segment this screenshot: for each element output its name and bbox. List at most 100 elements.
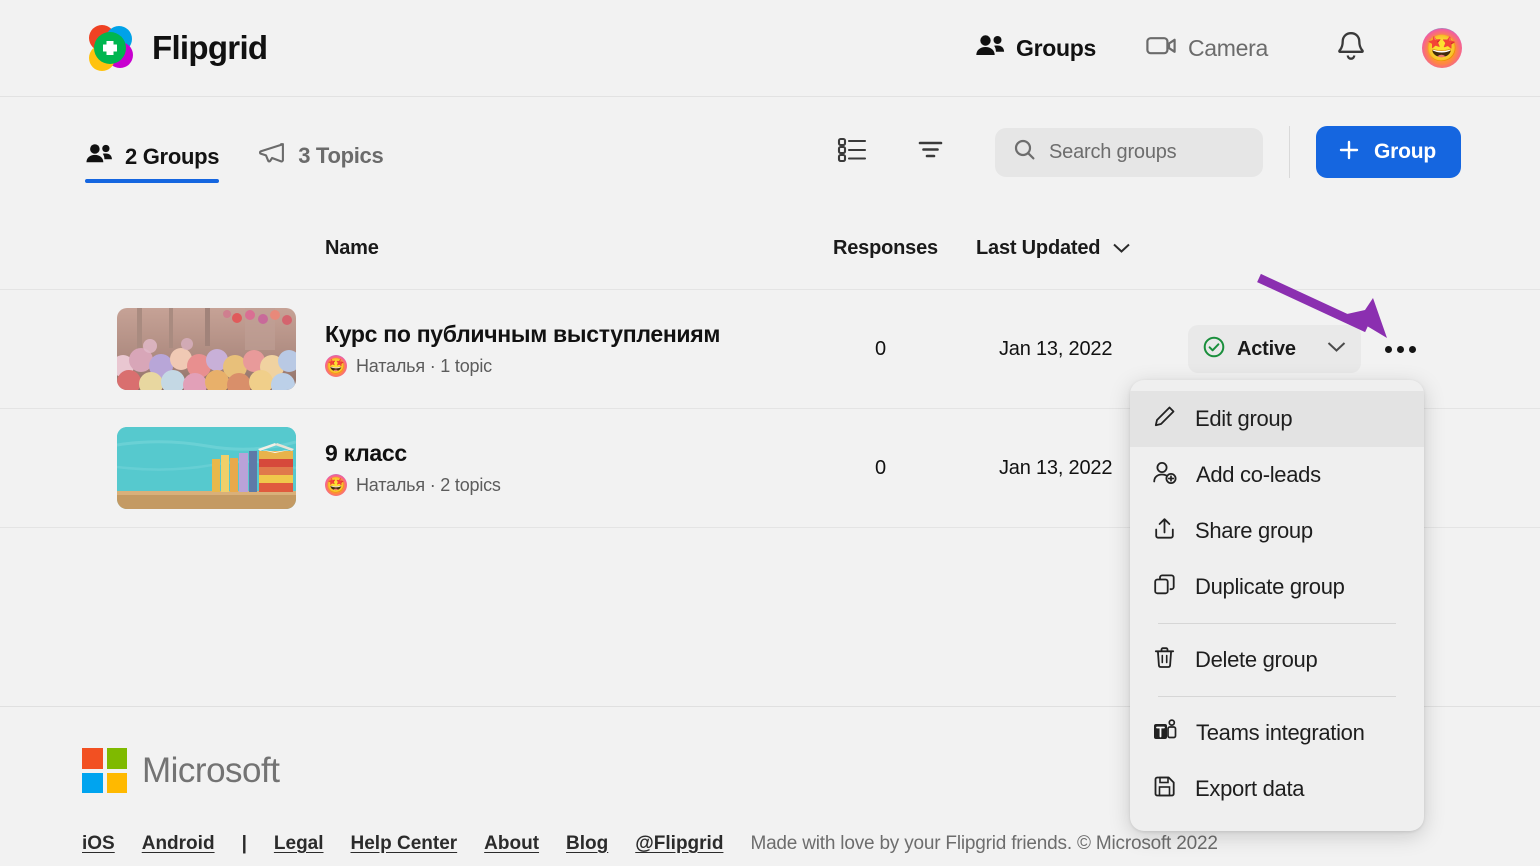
status-dropdown[interactable]: Active <box>1188 325 1361 373</box>
menu-label: Edit group <box>1195 406 1292 432</box>
group-meta: 🤩 Наталья · 2 topics <box>325 474 501 496</box>
share-upload-icon <box>1152 516 1177 546</box>
video-camera-icon <box>1146 34 1177 62</box>
check-circle-icon <box>1202 335 1226 364</box>
bell-icon <box>1336 30 1366 67</box>
footer-link-flipgrid-social[interactable]: @Flipgrid <box>635 833 723 855</box>
search-icon <box>1013 138 1036 166</box>
duplicate-copy-icon <box>1152 572 1177 602</box>
list-view-icon <box>836 133 869 171</box>
chevron-down-icon <box>1326 340 1347 358</box>
app-header: Flipgrid Groups <box>0 0 1540 97</box>
owner-avatar: 🤩 <box>325 355 347 377</box>
menu-item-edit-group[interactable]: Edit group <box>1130 391 1424 447</box>
microsoft-squares-icon <box>82 748 127 793</box>
footer-link-android[interactable]: Android <box>142 833 215 855</box>
plus-icon <box>1337 138 1361 167</box>
menu-item-duplicate-group[interactable]: Duplicate group <box>1130 559 1424 615</box>
owner-avatar: 🤩 <box>325 474 347 496</box>
group-title: 9 класс <box>325 440 501 467</box>
column-header-last-updated[interactable]: Last Updated <box>976 237 1131 260</box>
microsoft-teams-icon <box>1152 718 1178 748</box>
megaphone-icon <box>257 141 286 170</box>
nav-item-camera[interactable]: Camera <box>1146 34 1268 62</box>
menu-divider <box>1158 696 1396 697</box>
nav-label-camera: Camera <box>1188 35 1268 62</box>
flipgrid-logo-icon <box>82 20 138 76</box>
cell-responses: 0 <box>875 338 886 361</box>
group-thumbnail-balloons <box>117 308 296 390</box>
group-meta: 🤩 Наталья · 1 topic <box>325 355 720 377</box>
footer-link-ios[interactable]: iOS <box>82 833 115 855</box>
brand-name: Flipgrid <box>152 29 267 67</box>
filter-button[interactable] <box>909 131 951 173</box>
menu-item-delete-group[interactable]: Delete group <box>1130 632 1424 688</box>
microsoft-logo: Microsoft <box>82 748 279 793</box>
menu-divider <box>1158 623 1396 624</box>
footer-link-about[interactable]: About <box>484 833 539 855</box>
footer-link-legal[interactable]: Legal <box>274 833 324 855</box>
tab-label-groups: 2 Groups <box>125 144 219 170</box>
row-more-actions-button[interactable] <box>1380 329 1420 369</box>
people-icon <box>975 34 1005 63</box>
cell-last-updated: Jan 13, 2022 <box>999 457 1112 480</box>
menu-item-export-data[interactable]: Export data <box>1130 761 1424 817</box>
menu-item-add-co-leads[interactable]: Add co-leads <box>1130 447 1424 503</box>
tab-label-topics: 3 Topics <box>298 143 383 169</box>
menu-item-share-group[interactable]: Share group <box>1130 503 1424 559</box>
cell-last-updated: Jan 13, 2022 <box>999 338 1112 361</box>
header-nav: Groups Camera <box>975 28 1462 68</box>
add-group-label: Group <box>1374 140 1436 164</box>
group-title: Курс по публичным выступлениям <box>325 321 720 348</box>
menu-label: Delete group <box>1195 647 1317 673</box>
menu-label: Add co-leads <box>1196 462 1321 488</box>
filter-icon <box>915 134 946 170</box>
tab-topics[interactable]: 3 Topics <box>257 141 383 183</box>
flipgrid-groups-page: Flipgrid Groups <box>0 0 1540 866</box>
ellipsis-icon <box>1385 346 1416 353</box>
toolbar-actions: Search groups Group <box>831 126 1461 178</box>
list-view-button[interactable] <box>831 131 873 173</box>
pencil-icon <box>1152 404 1177 434</box>
column-header-responses: Responses <box>833 237 938 260</box>
floppy-save-icon <box>1152 774 1177 804</box>
group-owner-and-topics: Наталья · 2 topics <box>356 475 501 496</box>
cell-responses: 0 <box>875 457 886 480</box>
notifications-button[interactable] <box>1336 30 1366 67</box>
nav-label-groups: Groups <box>1016 35 1096 62</box>
view-tabs: 2 Groups 3 Topics <box>85 121 383 183</box>
footer-copyright: Made with love by your Flipgrid friends.… <box>750 833 1217 855</box>
group-actions-menu: Edit group Add co-leads Share group <box>1130 380 1424 831</box>
tab-groups[interactable]: 2 Groups <box>85 143 219 183</box>
status-badge: Active <box>1237 338 1296 361</box>
search-input[interactable]: Search groups <box>995 128 1263 177</box>
trash-icon <box>1152 645 1177 675</box>
add-group-button[interactable]: Group <box>1316 126 1461 178</box>
person-add-icon <box>1152 460 1178 491</box>
menu-label: Share group <box>1195 518 1313 544</box>
footer-pipe: | <box>242 833 247 855</box>
footer-link-blog[interactable]: Blog <box>566 833 608 855</box>
menu-label: Duplicate group <box>1195 574 1345 600</box>
avatar[interactable]: 🤩 <box>1422 28 1462 68</box>
column-header-last-updated-label: Last Updated <box>976 237 1100 260</box>
menu-label: Export data <box>1195 776 1304 802</box>
group-owner-and-topics: Наталья · 1 topic <box>356 356 492 377</box>
group-info: 9 класс 🤩 Наталья · 2 topics <box>325 440 501 496</box>
group-thumbnail-books <box>117 427 296 509</box>
star-struck-emoji-avatar: 🤩 <box>327 476 346 494</box>
footer-links: iOS Android | Legal Help Center About Bl… <box>82 833 1218 855</box>
chevron-down-icon <box>1112 237 1131 260</box>
people-icon <box>85 143 113 170</box>
content-toolbar: 2 Groups 3 Topics <box>0 97 1540 207</box>
column-header-name: Name <box>325 237 379 260</box>
footer-link-help-center[interactable]: Help Center <box>351 833 458 855</box>
group-info: Курс по публичным выступлениям 🤩 Наталья… <box>325 321 720 377</box>
menu-item-teams-integration[interactable]: Teams integration <box>1130 705 1424 761</box>
search-placeholder: Search groups <box>1049 141 1176 164</box>
star-struck-emoji-avatar: 🤩 <box>327 357 346 375</box>
microsoft-wordmark: Microsoft <box>142 751 279 791</box>
nav-item-groups[interactable]: Groups <box>975 34 1096 63</box>
brand-logo[interactable]: Flipgrid <box>82 20 267 76</box>
menu-label: Teams integration <box>1196 720 1365 746</box>
